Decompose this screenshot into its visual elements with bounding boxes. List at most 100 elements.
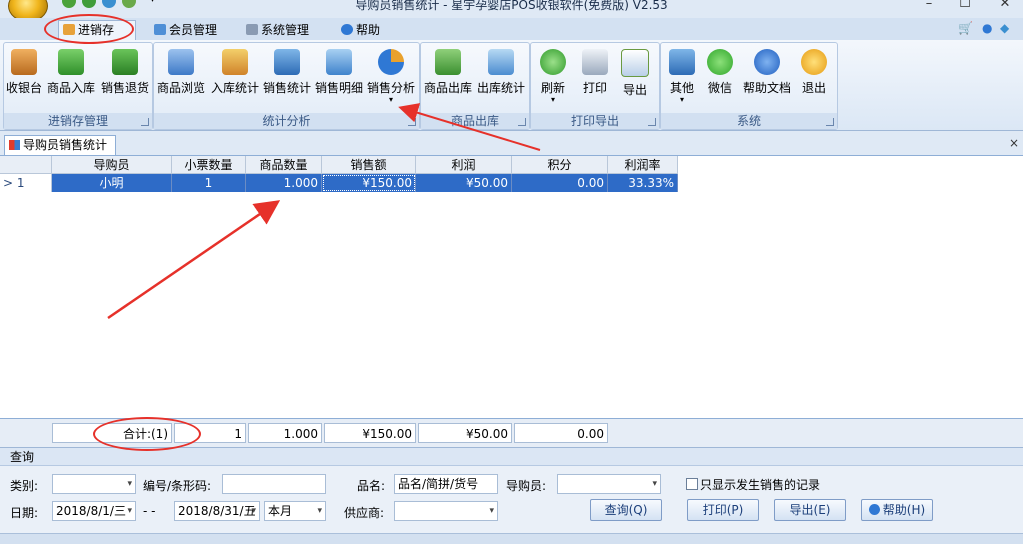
help-query-button[interactable]: 帮助(H) (861, 499, 933, 521)
summary-label: 合计:(1) (52, 423, 172, 443)
group-launcher-icon[interactable] (648, 118, 656, 126)
category-label: 类别: (10, 479, 39, 493)
group-label: 进销存管理 (4, 113, 152, 129)
query-panel-header[interactable]: 查询 (0, 448, 1023, 466)
supplier-select[interactable]: ▾ (394, 501, 498, 521)
summary-profit: ¥50.00 (418, 423, 512, 443)
refresh-button[interactable]: 刷新 ▾ (535, 49, 571, 104)
dropdown-arrow-icon: ▾ (550, 95, 555, 104)
cell-points[interactable]: 0.00 (512, 174, 608, 192)
refresh-label: 刷新 (540, 81, 565, 95)
other-button[interactable]: 其他 ▾ (665, 49, 699, 104)
stock-in-button-label: 商品入库 (46, 81, 95, 95)
stock-out-button[interactable]: 商品出库 (423, 49, 473, 96)
column-header-margin[interactable]: 利润率 (608, 156, 678, 174)
browse-icon (168, 49, 194, 75)
print-button[interactable]: 打印 (577, 49, 613, 96)
sales-return-button[interactable]: 销售退货 (100, 49, 150, 96)
skin-icon[interactable]: ◆ (1000, 21, 1009, 35)
date-to-picker[interactable]: 2018/8/31/五 ▾ (174, 501, 260, 521)
wechat-button[interactable]: 微信 (703, 49, 737, 96)
close-button[interactable]: ✕ (990, 0, 1020, 11)
tab-salesperson-stats[interactable]: 导购员销售统计 (4, 135, 117, 155)
column-header-qty[interactable]: 商品数量 (246, 156, 322, 174)
cell-profit[interactable]: ¥50.00 (416, 174, 512, 192)
sales-detail-button[interactable]: 销售明细 (314, 49, 364, 96)
refresh-icon (540, 49, 566, 75)
category-select[interactable]: ▾ (52, 474, 136, 494)
row-indicator-header (0, 156, 52, 174)
contact-card-icon (274, 49, 300, 75)
period-select[interactable]: 本月 ▾ (264, 501, 326, 521)
cell-salesperson[interactable]: 小明 (52, 174, 172, 192)
product-browse-button[interactable]: 商品浏览 (156, 49, 206, 96)
wrench-icon (246, 24, 258, 35)
pos-button[interactable]: 收银台 (6, 49, 42, 96)
detail-list-icon (326, 49, 352, 75)
dropdown-arrow-icon: ▾ (679, 95, 684, 104)
name-input[interactable]: 品名/简拼/货号 (394, 474, 498, 494)
column-header-points[interactable]: 积分 (512, 156, 608, 174)
column-header-salesperson[interactable]: 导购员 (52, 156, 172, 174)
sales-analysis-button[interactable]: 销售分析 ▾ (366, 49, 416, 104)
close-tab-icon[interactable]: × (1009, 136, 1019, 150)
group-launcher-icon[interactable] (518, 118, 526, 126)
barcode-input[interactable] (222, 474, 326, 494)
date-from-picker[interactable]: 2018/8/1/三 ▾ (52, 501, 136, 521)
summary-sales: ¥150.00 (324, 423, 416, 443)
salesperson-select[interactable]: ▾ (557, 474, 661, 494)
column-header-sales[interactable]: 销售额 (322, 156, 416, 174)
cell-tickets[interactable]: 1 (172, 174, 246, 192)
title-bar: ▾ 导购员销售统计 - 星宇孕婴店POS收银软件(免费版) V2.53 – ☐ … (0, 0, 1023, 22)
stock-out-stats-icon (488, 49, 514, 75)
only-sales-label: 只显示发生销售的记录 (700, 478, 821, 492)
sales-stats-button[interactable]: 销售统计 (262, 49, 312, 96)
checkbox-icon (686, 478, 698, 490)
minimize-button[interactable]: – (914, 0, 944, 11)
export-query-button[interactable]: 导出(E) (774, 499, 846, 521)
cell-margin[interactable]: 33.33% (608, 174, 678, 192)
column-header-profit[interactable]: 利润 (416, 156, 512, 174)
tab-members[interactable]: 会员管理 (150, 21, 221, 39)
summary-points: 0.00 (514, 423, 608, 443)
stock-out-label: 商品出库 (423, 81, 472, 95)
export-button[interactable]: 导出 (617, 49, 653, 98)
tab-inventory[interactable]: 进销存 (58, 20, 136, 41)
group-system: 其他 ▾ 微信 帮助文档 退出 系统 (660, 42, 838, 130)
pos-button-label: 收银台 (6, 81, 43, 95)
table-row[interactable]: > 1 小明 1 1.000 ¥150.00 ¥50.00 0.00 33.33… (0, 174, 678, 192)
cell-qty[interactable]: 1.000 (246, 174, 322, 192)
stock-out-stats-button[interactable]: 出库统计 (475, 49, 527, 96)
export-label: 导出 (622, 83, 647, 97)
group-print-export: 刷新 ▾ 打印 导出 打印导出 (530, 42, 660, 130)
sales-return-button-label: 销售退货 (100, 81, 149, 95)
ribbon-tab-row: 进销存 会员管理 系统管理 帮助 🛒 ● ◆ (0, 18, 1023, 41)
help-docs-label: 帮助文档 (742, 81, 791, 95)
maximize-button[interactable]: ☐ (950, 0, 980, 11)
data-grid: 导购员 小票数量 商品数量 销售额 利润 积分 利润率 > 1 小明 1 1.0… (0, 156, 1023, 419)
column-header-tickets[interactable]: 小票数量 (172, 156, 246, 174)
chart-icon (9, 140, 20, 150)
help-circle-icon (754, 49, 780, 75)
only-sales-checkbox[interactable]: 只显示发生销售的记录 (686, 476, 820, 493)
search-button[interactable]: 查询(Q) (590, 499, 662, 521)
print-query-button[interactable]: 打印(P) (687, 499, 759, 521)
cart-icon[interactable]: 🛒 (958, 21, 973, 35)
tab-help[interactable]: 帮助 (337, 21, 384, 39)
info-icon[interactable]: ● (982, 21, 992, 35)
exit-button[interactable]: 退出 (797, 49, 831, 96)
help-docs-button[interactable]: 帮助文档 (741, 49, 793, 96)
row-indicator[interactable]: > 1 (0, 174, 52, 192)
stock-out-stats-label: 出库统计 (476, 81, 525, 95)
stock-in-button[interactable]: 商品入库 (46, 49, 96, 96)
group-launcher-icon[interactable] (826, 118, 834, 126)
stock-in-stats-button[interactable]: 入库统计 (210, 49, 260, 96)
tab-system[interactable]: 系统管理 (242, 21, 313, 39)
group-launcher-icon[interactable] (408, 118, 416, 126)
date-to-value: 2018/8/31/五 (178, 504, 256, 518)
cell-sales[interactable]: ¥150.00 (322, 174, 416, 192)
group-launcher-icon[interactable] (141, 118, 149, 126)
window-title: 导购员销售统计 - 星宇孕婴店POS收银软件(免费版) V2.53 (355, 0, 668, 12)
printer-icon (582, 49, 608, 75)
cash-register-icon (11, 49, 37, 75)
